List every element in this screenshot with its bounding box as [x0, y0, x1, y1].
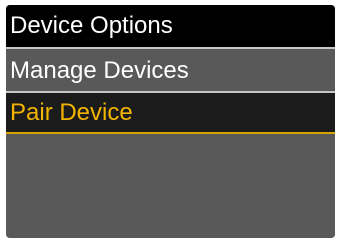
- empty-menu-area: [6, 134, 335, 238]
- menu-item-pair-device[interactable]: Pair Device: [6, 93, 335, 133]
- menu-item-manage-devices[interactable]: Manage Devices: [6, 51, 335, 91]
- title-divider: [6, 47, 335, 49]
- device-screen: Device Options Manage Devices Pair Devic…: [6, 5, 335, 238]
- page-title: Device Options: [6, 5, 335, 47]
